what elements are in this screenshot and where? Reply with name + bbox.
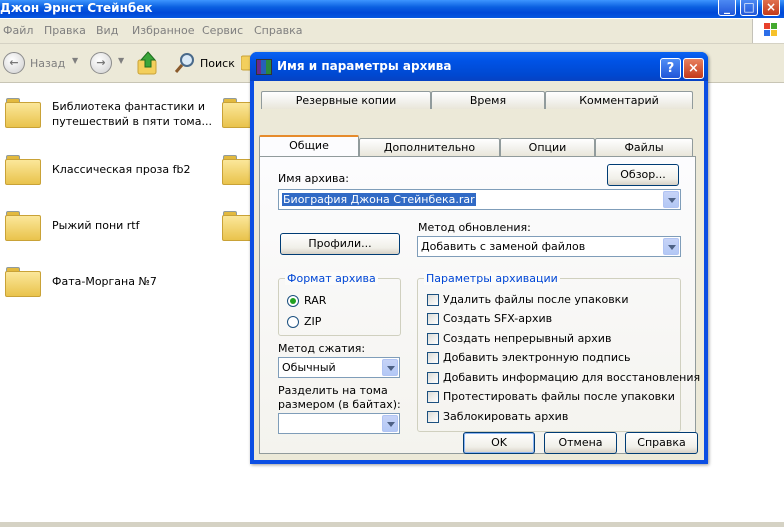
folder-item-red-pony[interactable]: Рыжий пони rtf [52,218,140,233]
delete-files-label[interactable]: Удалить файлы после упаковки [443,293,628,306]
maximize-icon[interactable]: □ [740,0,758,16]
dialog-title: Имя и параметры архива [277,59,452,73]
archiving-options-group: Параметры архивации Удалить файлы после … [417,272,700,432]
create-sfx-checkbox[interactable] [427,313,439,325]
archive-name-label: Имя архива: [278,172,349,185]
tab-advanced[interactable]: Дополнительно [359,138,500,156]
tab-general[interactable]: Общие [259,135,359,156]
back-arrow-icon[interactable]: ← [3,52,25,74]
lock-archive-checkbox[interactable] [427,411,439,423]
search-icon[interactable] [173,51,197,75]
menu-file[interactable]: Файл [3,24,33,37]
chevron-down-icon[interactable] [663,238,679,255]
recovery-record-checkbox[interactable] [427,372,439,384]
chevron-down-icon[interactable] [382,415,398,432]
minimize-icon[interactable]: _ [718,0,736,16]
recovery-record-label[interactable]: Добавить информацию для восстановления [443,371,700,384]
update-method-select[interactable]: Добавить с заменой файлов [417,236,681,257]
explorer-window-title: Джон Эрнст Стейнбек [0,1,153,15]
tab-options[interactable]: Опции [500,138,595,156]
tab-backup[interactable]: Резервные копии [261,91,431,109]
profiles-button[interactable]: Профили... [280,233,400,255]
digital-signature-checkbox[interactable] [427,352,439,364]
general-tab-panel: Имя архива: Обзор... Биография Джона Сте… [259,156,700,454]
search-button-label[interactable]: Поиск [200,57,235,70]
solid-archive-label[interactable]: Создать непрерывный архив [443,332,611,345]
split-volumes-select[interactable] [278,413,400,434]
format-zip-radio[interactable] [287,316,299,328]
dialog-title-bar[interactable]: Имя и параметры архива ? × [250,52,708,81]
format-rar-radio[interactable] [287,295,299,307]
help-icon[interactable]: ? [660,58,681,79]
tab-files[interactable]: Файлы [595,138,693,156]
update-method-label: Метод обновления: [418,221,531,234]
archive-dialog: Имя и параметры архива ? × Резервные коп… [250,52,708,464]
chevron-down-icon[interactable] [382,359,398,376]
lock-archive-label[interactable]: Заблокировать архив [443,410,568,423]
browse-button[interactable]: Обзор... [607,164,679,186]
archive-format-group: Формат архива RAR ZIP [278,272,401,336]
menu-view[interactable]: Вид [96,24,118,37]
menu-help[interactable]: Справка [254,24,302,37]
close-icon[interactable]: × [762,0,780,16]
help-button[interactable]: Справка [625,432,698,454]
close-icon[interactable]: × [683,58,704,79]
forward-arrow-icon[interactable]: → [90,52,112,74]
folder-item-classic-prose[interactable]: Классическая проза fb2 [52,162,190,177]
delete-files-checkbox[interactable] [427,294,439,306]
back-button-label[interactable]: Назад [30,57,65,70]
compression-method-label: Метод сжатия: [278,342,366,355]
folder-icon[interactable] [5,155,41,185]
menu-bar: Файл Правка Вид Избранное Сервис Справка [0,19,784,44]
split-volumes-label-line2: размером (в байтах): [278,398,401,411]
format-zip-label[interactable]: ZIP [304,315,321,328]
menu-favorites[interactable]: Избранное [132,24,194,37]
winrar-icon [256,59,272,75]
folder-icon[interactable] [5,267,41,297]
chevron-down-icon[interactable] [663,191,679,208]
windows-logo-icon [752,19,784,43]
compression-method-select[interactable]: Обычный [278,357,400,378]
archive-name-value[interactable]: Биография Джона Стейнбека.rar [282,193,476,206]
test-files-checkbox[interactable] [427,391,439,403]
ok-button[interactable]: OK [463,432,535,454]
folder-item-library[interactable]: Библиотека фантастики и путешествий в пя… [52,99,212,129]
archive-name-field[interactable]: Биография Джона Стейнбека.rar [278,189,681,210]
folder-icon[interactable] [5,211,41,241]
test-files-label[interactable]: Протестировать файлы после упаковки [443,390,675,403]
back-dropdown-icon[interactable]: ▼ [72,56,78,65]
folder-up-icon[interactable] [136,50,160,76]
folder-icon[interactable] [5,98,41,128]
archiving-options-legend: Параметры архивации [424,272,560,285]
menu-edit[interactable]: Правка [44,24,86,37]
format-rar-label[interactable]: RAR [304,294,326,307]
tab-time[interactable]: Время [431,91,545,109]
compression-method-value: Обычный [282,361,336,374]
dialog-body: Резервные копии Время Комментарий Общие … [254,81,704,460]
folder-item-fata-morgana[interactable]: Фата-Моргана №7 [52,274,157,289]
menu-tools[interactable]: Сервис [202,24,243,37]
archive-format-legend: Формат архива [285,272,378,285]
digital-signature-label[interactable]: Добавить электронную подпись [443,351,631,364]
forward-dropdown-icon[interactable]: ▼ [118,56,124,65]
explorer-title-bar: Джон Эрнст Стейнбек _ □ × [0,0,784,18]
split-volumes-label-line1: Разделить на тома [278,384,388,397]
cancel-button[interactable]: Отмена [544,432,617,454]
status-bar [0,522,784,527]
update-method-value: Добавить с заменой файлов [421,240,586,253]
create-sfx-label[interactable]: Создать SFX-архив [443,312,552,325]
solid-archive-checkbox[interactable] [427,333,439,345]
tab-comment[interactable]: Комментарий [545,91,693,109]
